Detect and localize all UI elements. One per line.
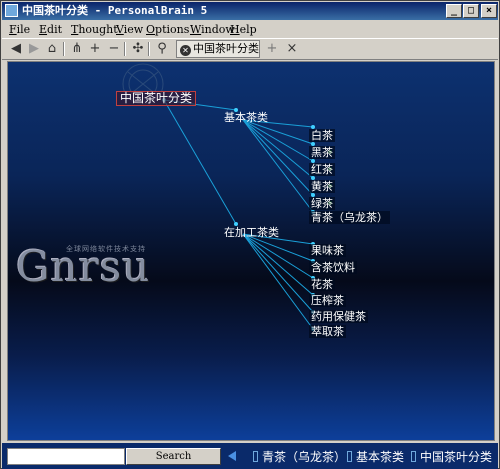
home-icon[interactable]: ⌂: [44, 41, 60, 57]
plex-canvas[interactable]: 全球网络软件技术支持 Gnrsu 中国茶叶分类 基本茶类 白茶 黑茶 红茶 黄茶…: [7, 61, 495, 441]
tab-close-icon[interactable]: ✕: [180, 45, 191, 56]
title-bar: 中国茶叶分类 - PersonalBrain 5 _ □ ×: [2, 2, 498, 20]
menu-help[interactable]: Help: [228, 21, 259, 38]
remove-thought-icon[interactable]: −: [106, 41, 122, 57]
thought-fruit-tea[interactable]: 果味茶: [309, 244, 346, 257]
thought-black-tea[interactable]: 红茶: [309, 163, 335, 176]
menu-thought[interactable]: Thought: [69, 21, 120, 38]
menu-bar: File Edit Thought View Options Window He…: [2, 21, 498, 38]
pin-oolong-tea[interactable]: 青茶（乌龙茶）: [253, 449, 346, 465]
thought-tea-drink[interactable]: 含茶饮料: [309, 261, 357, 274]
minimize-button[interactable]: _: [446, 4, 462, 18]
thought-pressed-tea[interactable]: 压榨茶: [309, 294, 346, 307]
pin-icon: [347, 451, 352, 462]
toolbar-separator: [124, 42, 126, 56]
app-icon: [5, 4, 18, 17]
search-input[interactable]: [7, 448, 125, 465]
thought-yellow-tea[interactable]: 黄茶: [309, 180, 335, 193]
thought-oolong-tea[interactable]: 青茶（乌龙茶）: [309, 211, 390, 224]
tab-current-brain[interactable]: ✕ 中国茶叶分类: [176, 40, 260, 58]
menu-options[interactable]: Options: [144, 21, 191, 38]
network-icon[interactable]: ✣: [130, 41, 146, 57]
thought-extract-tea[interactable]: 萃取茶: [309, 325, 346, 338]
close-tab-icon[interactable]: ×: [284, 41, 300, 57]
thought-basic-tea[interactable]: 基本茶类: [222, 111, 270, 124]
tree-icon[interactable]: ⋔: [69, 41, 85, 57]
watermark-logo: Gnrsu: [16, 242, 151, 291]
back-icon[interactable]: ◀: [8, 41, 24, 57]
history-back-icon[interactable]: [228, 451, 236, 461]
window-title: 中国茶叶分类 - PersonalBrain 5: [22, 4, 208, 17]
pin-china-tea[interactable]: 中国茶叶分类: [411, 449, 492, 465]
toolbar-separator: [148, 42, 150, 56]
thought-flower-tea[interactable]: 花茶: [309, 278, 335, 291]
new-tab-icon[interactable]: +: [264, 41, 280, 57]
tab-label: 中国茶叶分类: [193, 42, 259, 55]
thought-white-tea[interactable]: 白茶: [309, 129, 335, 142]
pin-basic-tea[interactable]: 基本茶类: [347, 449, 404, 465]
menu-view[interactable]: View: [114, 21, 145, 38]
thought-processed-tea[interactable]: 在加工茶类: [222, 226, 281, 239]
toolbar: ◀ ▶ ⌂ ⋔ + − ✣ ⚲ ✕ 中国茶叶分类 + ×: [2, 38, 498, 60]
thought-dark-tea[interactable]: 黑茶: [309, 146, 335, 159]
pin-icon: [253, 451, 258, 462]
pin-icon: [411, 451, 416, 462]
search-icon[interactable]: ⚲: [154, 41, 170, 57]
menu-edit[interactable]: Edit: [37, 21, 64, 38]
toolbar-separator: [63, 42, 65, 56]
menu-file[interactable]: File: [7, 21, 32, 38]
add-thought-icon[interactable]: +: [87, 41, 103, 57]
forward-icon[interactable]: ▶: [26, 41, 42, 57]
search-button[interactable]: Search: [126, 448, 221, 465]
thought-green-tea[interactable]: 绿茶: [309, 197, 335, 210]
app-window: 中国茶叶分类 - PersonalBrain 5 _ □ × File Edit…: [0, 0, 500, 469]
close-button[interactable]: ×: [481, 4, 497, 18]
thought-health-tea[interactable]: 药用保健茶: [309, 310, 368, 323]
maximize-button[interactable]: □: [463, 4, 479, 18]
central-thought[interactable]: 中国茶叶分类: [116, 91, 197, 106]
bottom-bar: Search 青茶（乌龙茶） 基本茶类 中国茶叶分类: [2, 443, 498, 469]
